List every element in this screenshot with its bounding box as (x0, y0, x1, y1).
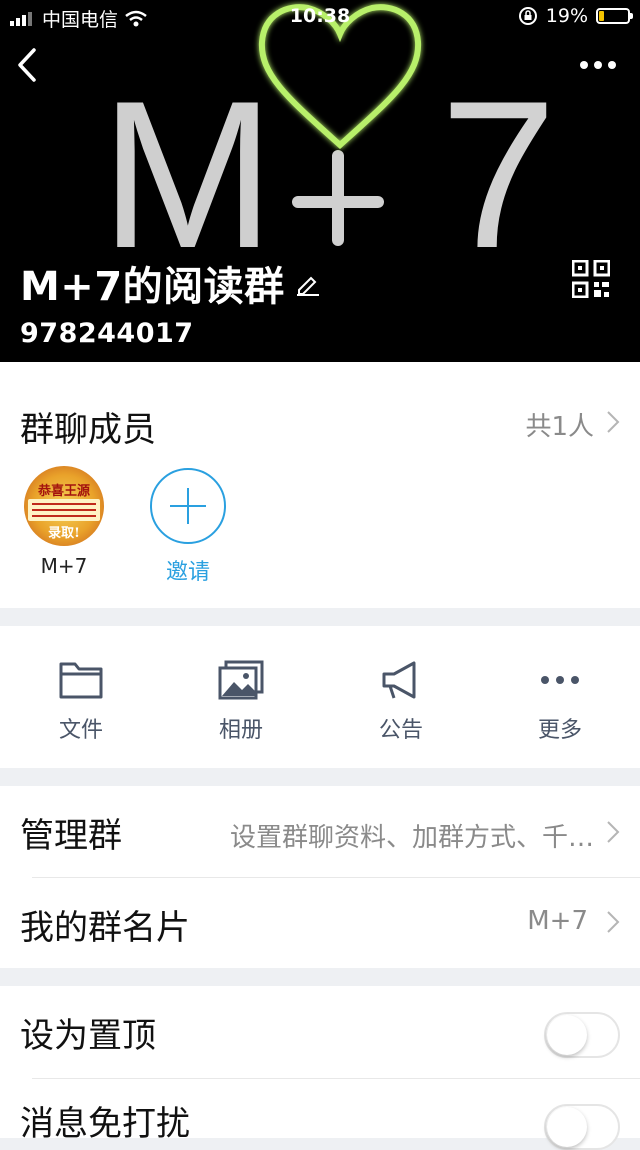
megaphone-icon (382, 661, 416, 699)
members-section: 群聊成员 共1人 恭喜王源 录取! M+7 邀请 (0, 362, 640, 608)
invite-button[interactable]: 邀请 (143, 468, 233, 586)
toggle-knob (547, 1015, 587, 1055)
action-files-label: 文件 (58, 718, 103, 743)
my-group-card-label: 我的群名片 (20, 908, 190, 948)
status-bar: 中国电信 10:38 19% (0, 0, 640, 34)
chat-toggles: 设为置顶 消息免打扰 (0, 986, 640, 1150)
pin-to-top-label: 设为置顶 (20, 1016, 156, 1056)
chevron-right-icon (607, 911, 620, 933)
manage-group-label: 管理群 (20, 816, 122, 856)
invite-label: 邀请 (165, 560, 210, 585)
folder-icon (59, 662, 103, 699)
action-album-label: 相册 (218, 718, 263, 743)
members-title: 群聊成员 (20, 410, 156, 450)
do-not-disturb-toggle[interactable] (544, 1104, 620, 1150)
action-announcement-label: 公告 (378, 718, 423, 743)
action-files[interactable]: 文件 (21, 660, 141, 744)
chevron-right-icon[interactable] (606, 410, 620, 434)
group-banner: M 7 中国电信 10:38 19% M+7的阅读群 978244017 (0, 0, 640, 362)
my-group-card-value: M+7 (527, 906, 588, 936)
more-dots-icon (541, 676, 579, 684)
battery-percent: 19% (545, 5, 588, 27)
photo-album-icon (218, 660, 264, 700)
banner-art-plus-vertical (332, 150, 344, 246)
avatar-text-bottom: 录取! (48, 526, 80, 541)
member-count[interactable]: 共1人 (525, 406, 594, 443)
edit-pencil-icon[interactable] (295, 270, 321, 296)
group-number: 978244017 (20, 318, 194, 349)
toggle-knob (547, 1107, 587, 1147)
avatar: 恭喜王源 录取! (24, 466, 104, 546)
action-album[interactable]: 相册 (181, 660, 301, 744)
banner-art-7: 7 (440, 57, 557, 292)
divider (32, 1078, 640, 1079)
orientation-lock-icon (518, 7, 537, 25)
manage-group-value: 设置群聊资料、加群方式、千… (229, 823, 594, 853)
manage-group-row[interactable]: 管理群 设置群聊资料、加群方式、千… (0, 786, 640, 877)
banner-art-m: M (100, 57, 275, 292)
add-plus-icon (150, 468, 226, 544)
member-name: M+7 (40, 554, 88, 578)
pin-to-top-toggle[interactable] (544, 1012, 620, 1058)
quick-actions: 文件 相册 公告 更多 (0, 626, 640, 768)
battery-icon (596, 8, 633, 24)
action-more-label: 更多 (537, 718, 582, 743)
qr-code-icon[interactable] (572, 260, 610, 298)
my-group-card-row[interactable]: 我的群名片 M+7 (0, 878, 640, 968)
back-chevron-icon[interactable] (12, 44, 42, 86)
group-name-row[interactable]: M+7的阅读群 (20, 254, 321, 312)
more-options-icon[interactable] (578, 52, 618, 78)
action-announcement[interactable]: 公告 (341, 660, 461, 744)
group-settings: 管理群 设置群聊资料、加群方式、千… 我的群名片 M+7 (0, 786, 640, 968)
action-more[interactable]: 更多 (500, 660, 620, 744)
member-item[interactable]: 恭喜王源 录取! M+7 (19, 466, 109, 578)
group-name: M+7的阅读群 (20, 264, 285, 310)
battery-level (599, 11, 604, 21)
avatar-text-top: 恭喜王源 (37, 484, 90, 499)
chevron-right-icon (607, 821, 620, 843)
